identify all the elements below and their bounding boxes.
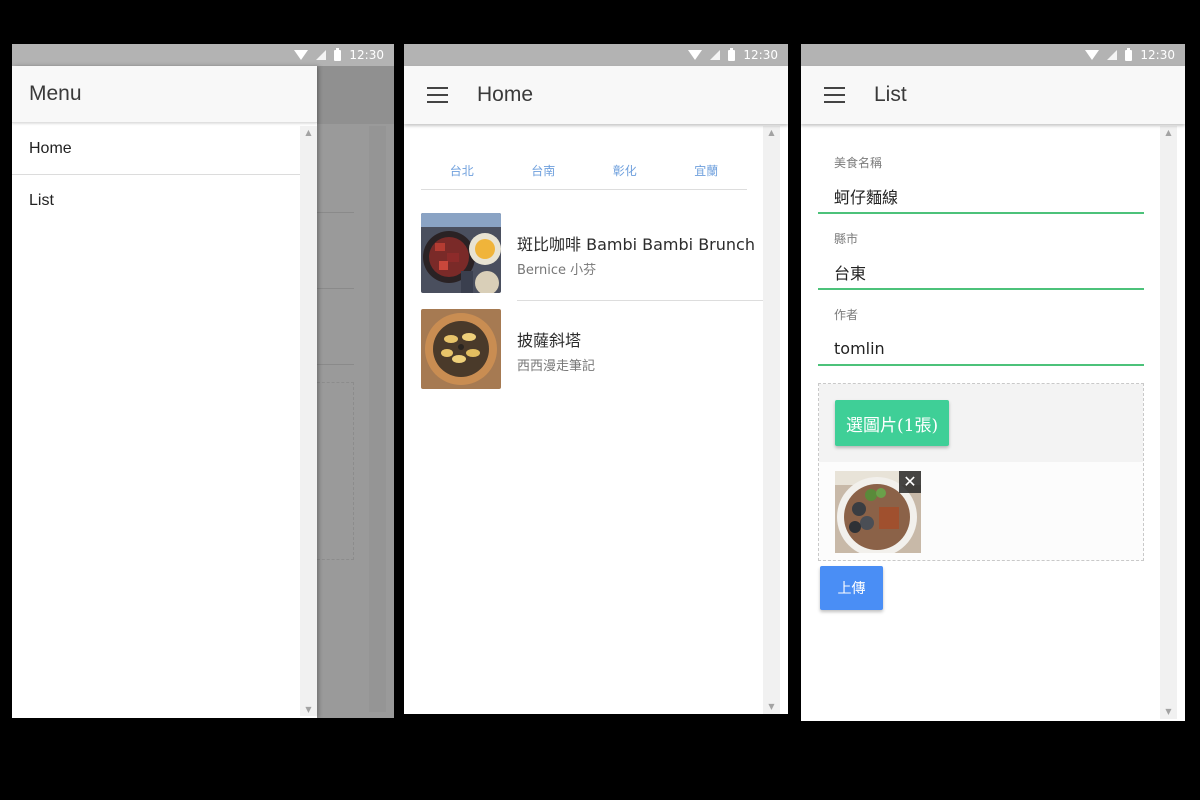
scrollbar[interactable]: ▲ ▼ (1160, 126, 1177, 719)
author-field[interactable] (818, 332, 1144, 366)
drawer-scrim[interactable] (317, 66, 394, 718)
author-label: 作者 (834, 308, 859, 322)
signal-icon (1107, 50, 1118, 60)
city-field[interactable] (818, 256, 1144, 290)
food-thumbnail (421, 213, 501, 293)
scrollbar[interactable]: ▲ ▼ (763, 126, 780, 714)
drawer-item-list[interactable]: List (12, 175, 300, 227)
scroll-up-icon[interactable]: ▲ (763, 128, 780, 138)
phone-screen-home: 12:30 Home 台北 台南 彰化 宜蘭 斑比咖啡 Bambi Bambi … (404, 44, 788, 714)
app-bar: Home (404, 66, 788, 124)
list-item[interactable]: 斑比咖啡 Bambi Bambi Brunch Bernice 小芬 (421, 213, 764, 293)
food-title: 斑比咖啡 Bambi Bambi Brunch (517, 235, 755, 254)
hamburger-menu-icon[interactable] (427, 87, 448, 103)
phone-screen-menu: 12:30 Menu Home List ▲ ▼ (12, 44, 394, 718)
battery-icon (1125, 47, 1133, 61)
signal-icon (316, 50, 327, 60)
pick-image-button[interactable]: 選圖片(1張) (835, 400, 950, 446)
battery-icon (334, 47, 342, 61)
status-time: 12:30 (743, 48, 778, 62)
scroll-up-icon[interactable]: ▲ (1160, 128, 1177, 138)
image-upload-area: 選圖片(1張) ✕ (818, 383, 1144, 561)
navigation-drawer: Menu Home List ▲ ▼ (12, 66, 317, 718)
status-bar: 12:30 (12, 44, 394, 66)
status-bar: 12:30 (404, 44, 788, 66)
wifi-icon (1085, 50, 1100, 60)
signal-icon (710, 50, 721, 60)
tab-changhua[interactable]: 彰化 (584, 152, 666, 189)
battery-icon (728, 47, 736, 61)
city-tabs: 台北 台南 彰化 宜蘭 (421, 152, 747, 190)
status-time: 12:30 (1140, 48, 1175, 62)
food-name-field[interactable] (818, 180, 1144, 214)
tab-tainan[interactable]: 台南 (503, 152, 585, 189)
close-icon[interactable]: ✕ (899, 471, 921, 493)
hamburger-menu-icon[interactable] (824, 87, 845, 103)
app-bar: List (801, 66, 1185, 124)
scrollbar[interactable]: ▲ ▼ (300, 126, 317, 716)
drawer-header: Menu (12, 66, 317, 123)
wifi-icon (294, 50, 309, 60)
status-time: 12:30 (349, 48, 384, 62)
tab-taipei[interactable]: 台北 (421, 152, 503, 189)
scroll-down-icon[interactable]: ▼ (1160, 707, 1177, 717)
upload-button[interactable]: 上傳 (820, 566, 883, 610)
scroll-down-icon[interactable]: ▼ (300, 705, 317, 714)
city-label: 縣市 (834, 232, 859, 246)
food-title: 披薩斜塔 (517, 331, 582, 350)
list-item[interactable]: 披薩斜塔 西西漫走筆記 (421, 309, 764, 389)
scroll-up-icon[interactable]: ▲ (300, 128, 317, 137)
divider (517, 300, 763, 301)
phone-screen-list: 12:30 List 美食名稱 縣市 作者 選圖片(1張) (801, 44, 1185, 721)
drawer-title: Menu (29, 82, 82, 105)
scroll-down-icon[interactable]: ▼ (763, 702, 780, 712)
food-name-label: 美食名稱 (834, 156, 883, 170)
food-author: 西西漫走筆記 (517, 359, 596, 374)
page-title: List (874, 83, 907, 106)
food-thumbnail (421, 309, 501, 389)
drawer-item-home[interactable]: Home (12, 123, 300, 175)
wifi-icon (688, 50, 703, 60)
image-preview: ✕ (835, 471, 921, 553)
status-bar: 12:30 (801, 44, 1185, 66)
food-author: Bernice 小芬 (517, 263, 597, 278)
tab-yilan[interactable]: 宜蘭 (666, 152, 748, 189)
page-title: Home (477, 83, 534, 106)
